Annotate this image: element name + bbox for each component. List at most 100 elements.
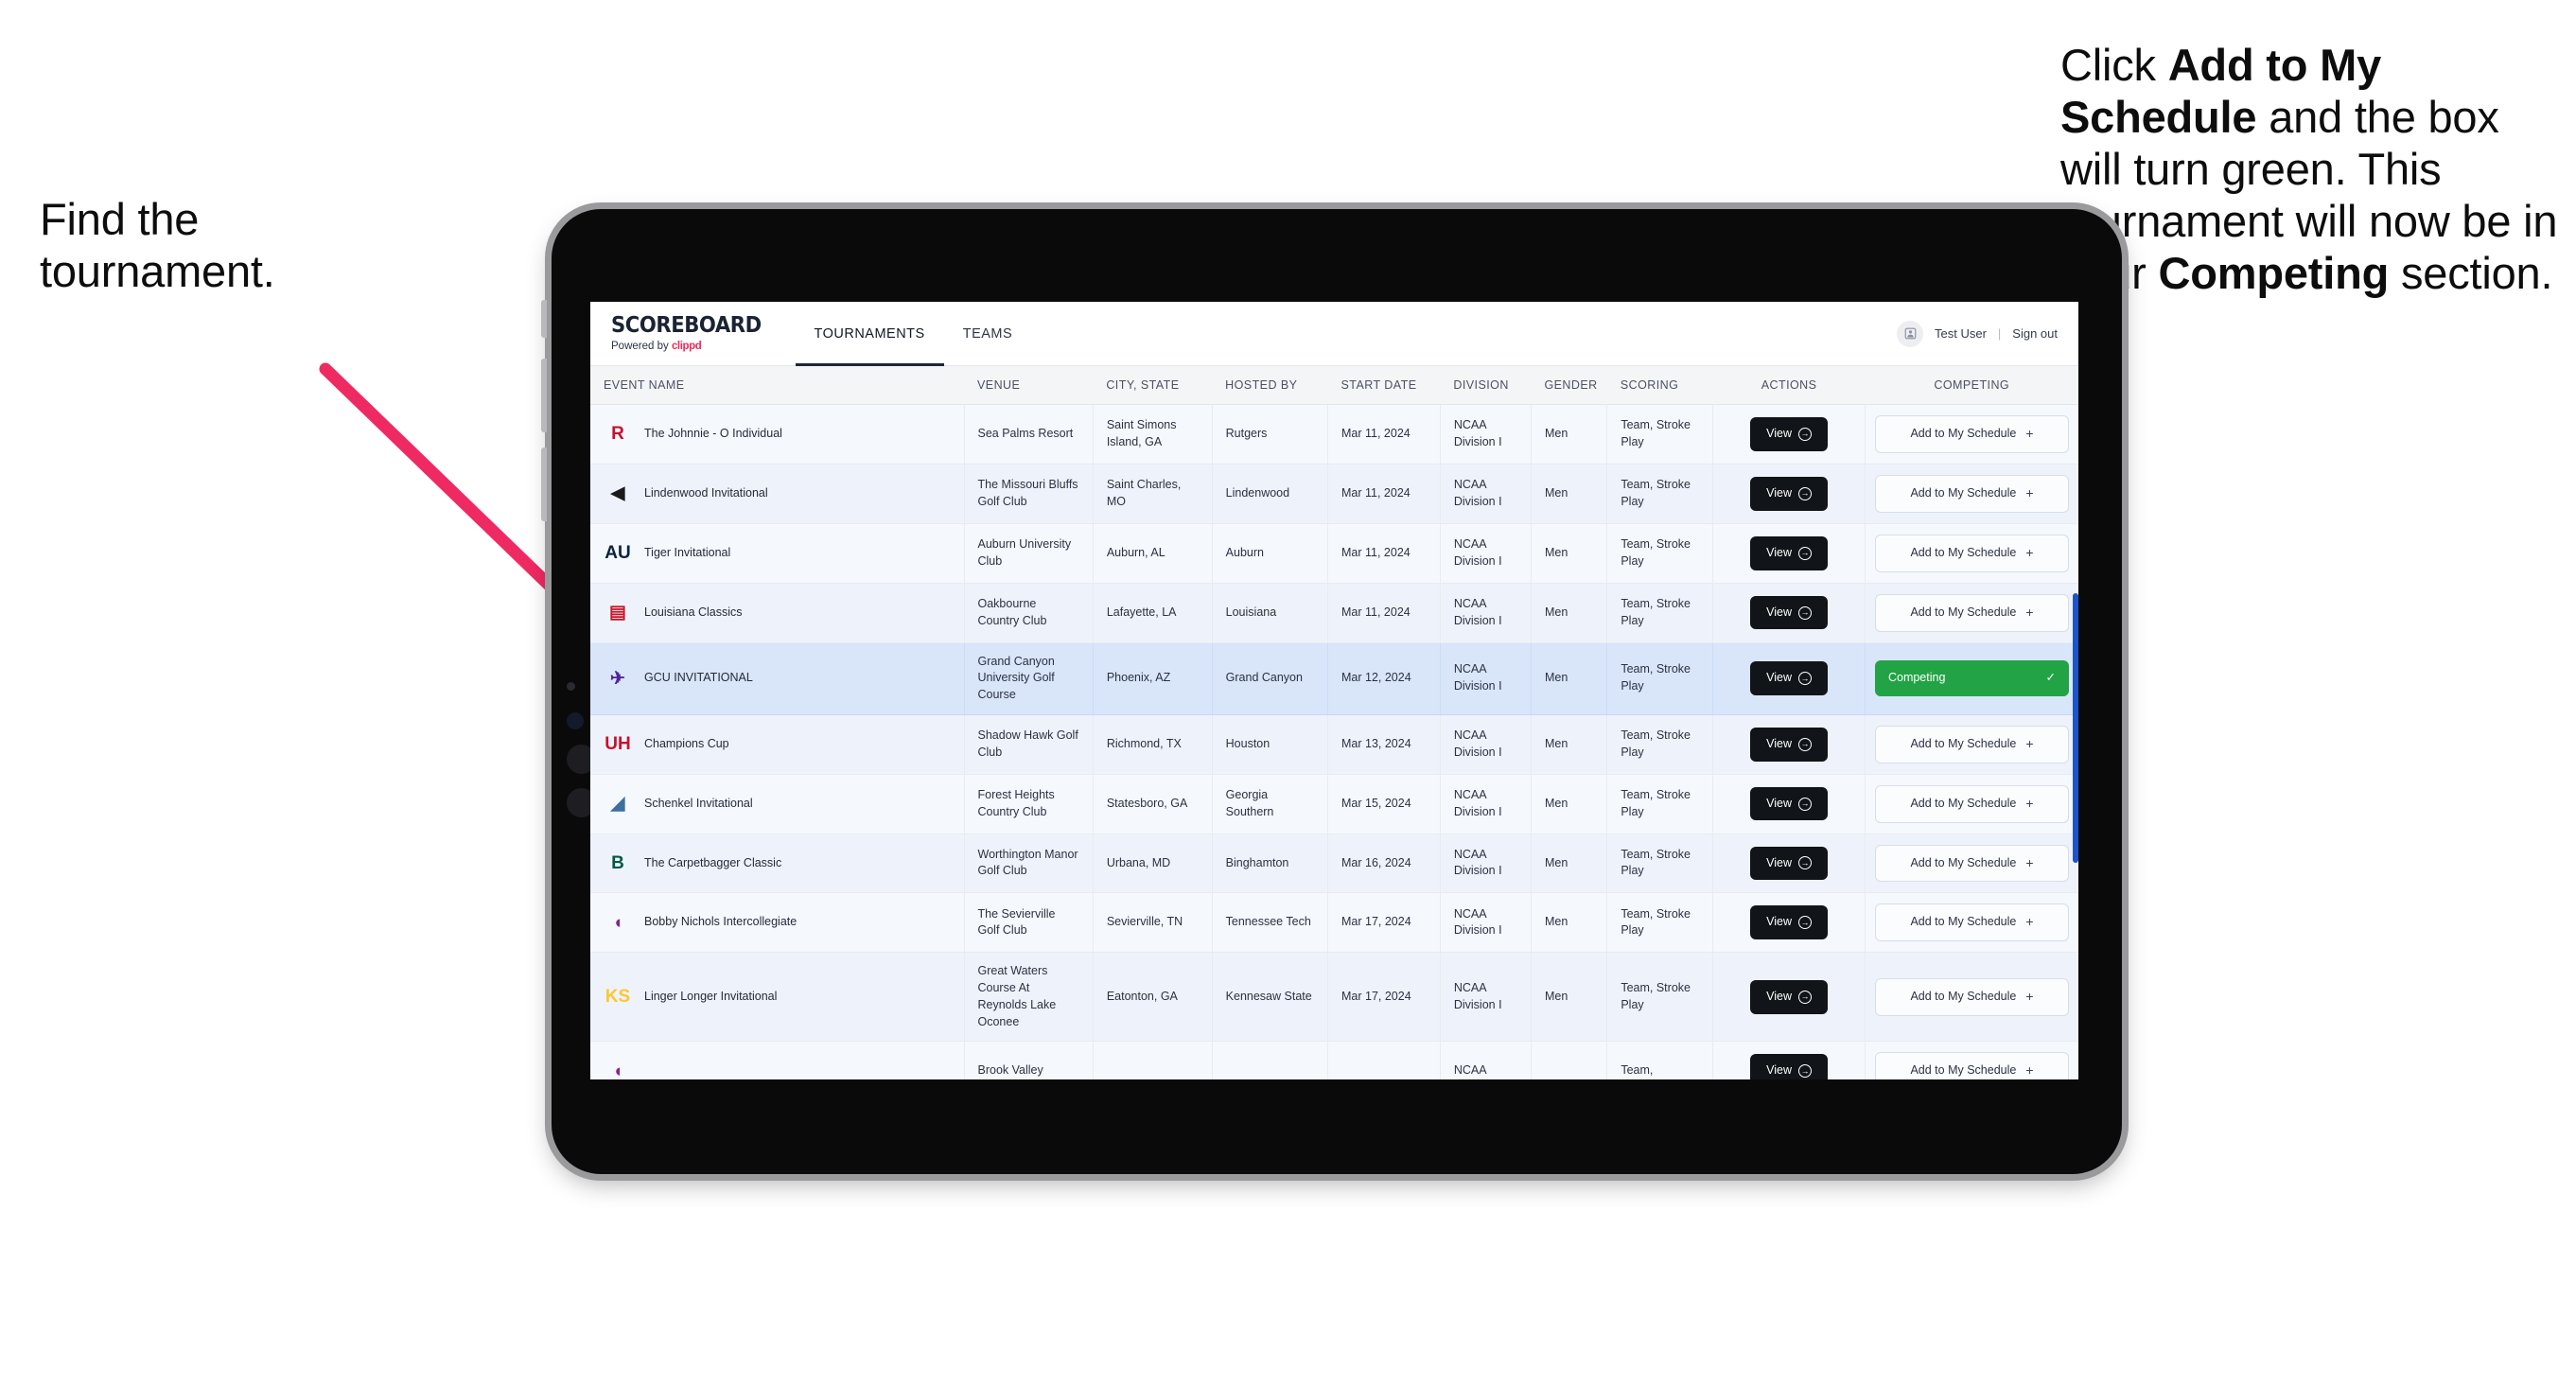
cell-gender: Men [1531,523,1608,584]
page-root: Find the tournament. Click Add to My Sch… [0,0,2576,1386]
col-hosted-by[interactable]: HOSTED BY [1212,366,1328,405]
view-button[interactable]: View → [1750,727,1829,762]
col-event-name[interactable]: EVENT NAME [590,366,964,405]
cell-division: NCAA Division I [1440,952,1532,1043]
view-button[interactable]: View → [1750,476,1829,511]
cell-division-text: NCAA [1453,1063,1487,1078]
view-button[interactable]: View → [1750,905,1829,940]
col-actions[interactable]: ACTIONS [1712,366,1866,405]
table-body: R The Johnnie - O Individual Sea Palms Res… [590,404,2078,1079]
view-button[interactable]: View → [1750,846,1829,881]
cell-venue-text: The Sevierville Golf Club [977,906,1056,938]
user-avatar-icon[interactable] [1897,320,1923,347]
add-to-my-schedule-button[interactable]: Add to My Schedule + [1874,784,2069,823]
cell-gender: Men [1531,774,1608,834]
tab-tournaments[interactable]: TOURNAMENTS [795,302,944,366]
tablet-volume-down-button[interactable] [541,447,547,521]
cell-hosted-by-text: Lindenwood [1225,485,1290,500]
add-to-my-schedule-button[interactable]: Add to My Schedule + [1874,904,2069,942]
cell-start-date-text: Mar 17, 2024 [1341,989,1411,1003]
cell-hosted-by-text: Tennessee Tech [1225,915,1311,929]
add-to-my-schedule-button[interactable]: Add to My Schedule + [1874,415,2069,453]
tablet-power-button[interactable] [541,300,547,338]
cell-city: Urbana, MD [1093,833,1213,894]
col-division[interactable]: DIVISION [1440,366,1532,405]
add-to-my-schedule-label: Add to My Schedule [1910,736,2017,750]
cell-gender-text: Men [1544,545,1568,559]
col-city-state[interactable]: CITY, STATE [1093,366,1213,405]
table-row[interactable]: ◀ Lindenwood Invitational The Missouri Blu… [590,464,2078,524]
cell-scoring: Team, Stroke Play [1606,774,1714,834]
cell-start-date-text: Mar 16, 2024 [1341,855,1411,869]
brand-powered-prefix: Powered by [611,340,672,352]
cell-start-date: Mar 13, 2024 [1327,714,1441,775]
event-name-cell: ◢ Schenkel Invitational [604,790,951,818]
col-competing[interactable]: COMPETING [1865,366,2078,405]
cell-hosted-by: Kennesaw State [1212,952,1329,1043]
add-to-my-schedule-button[interactable]: Add to My Schedule + [1874,725,2069,763]
table-row[interactable]: UH Champions Cup Shadow Hawk Golf Club Rich… [590,714,2078,775]
cell-venue-text: Worthington Manor Golf Club [977,847,1078,878]
cell-competing: Add to My Schedule + [1865,774,2078,834]
cell-city: Lafayette, LA [1093,583,1213,643]
competing-button[interactable]: Competing ✓ [1874,660,2069,696]
team-logo-icon: ◖ [612,1061,623,1079]
cell-division-text: NCAA Division I [1453,478,1502,508]
view-button[interactable]: View → [1750,661,1829,695]
cell-scoring-text: Team, Stroke Play [1621,478,1691,508]
col-venue[interactable]: VENUE [964,366,1094,405]
tablet-volume-up-button[interactable] [541,359,547,432]
arrow-right-circle-icon: → [1798,605,1813,620]
cell-start-date-text: Mar 11, 2024 [1341,545,1411,559]
plus-icon: + [2025,544,2034,560]
add-to-my-schedule-button[interactable]: Add to My Schedule + [1874,474,2069,513]
cell-competing: Add to My Schedule + [1865,1041,2078,1079]
col-gender[interactable]: GENDER [1531,366,1607,405]
add-to-my-schedule-button[interactable]: Add to My Schedule + [1874,1052,2069,1079]
add-to-my-schedule-label: Add to My Schedule [1910,545,2017,559]
view-button[interactable]: View → [1750,1054,1829,1079]
team-logo-icon: ◢ [610,794,625,815]
tournaments-table-container[interactable]: EVENT NAME VENUE CITY, STATE HOSTED BY S… [590,366,2078,1079]
cell-venue: Brook Valley [964,1041,1094,1079]
cell-scoring: Team, Stroke Play [1606,404,1714,465]
add-to-my-schedule-button[interactable]: Add to My Schedule + [1874,593,2069,632]
add-to-my-schedule-button[interactable]: Add to My Schedule + [1874,977,2069,1016]
view-button[interactable]: View → [1750,417,1829,451]
add-to-my-schedule-button[interactable]: Add to My Schedule + [1874,534,2069,572]
view-button[interactable]: View → [1750,535,1829,570]
event-name-cell: B The Carpetbagger Classic [604,849,951,877]
arrow-right-circle-icon: → [1798,916,1813,930]
cell-venue: Great Waters Course At Reynolds Lake Oco… [964,952,1094,1043]
team-logo-icon: ▤ [609,603,626,623]
add-to-my-schedule-button[interactable]: Add to My Schedule + [1874,844,2069,883]
table-row[interactable]: KS Linger Longer Invitational Great Waters… [590,952,2078,1043]
table-row[interactable]: B The Carpetbagger Classic Worthington Man… [590,833,2078,894]
tablet-front-camera [567,712,584,729]
view-button[interactable]: View → [1750,595,1829,630]
table-row[interactable]: ▤ Louisiana Classics Oakbourne Country Clu… [590,583,2078,643]
cell-event: AU Tiger Invitational [590,523,965,584]
table-row[interactable]: ◖ Brook Valley NCAA Team, View → Add to My Sch… [590,1041,2078,1079]
table-row[interactable]: AU Tiger Invitational Auburn University Cl… [590,523,2078,584]
vertical-scrollbar[interactable] [2073,593,2078,863]
cell-gender: Men [1531,892,1608,954]
table-row[interactable]: ◖ Bobby Nichols Intercollegiate The Sevier… [590,892,2078,954]
sign-out-link[interactable]: Sign out [2012,326,2058,341]
view-button[interactable]: View → [1750,786,1829,821]
table-row[interactable]: ◢ Schenkel Invitational Forest Heights Cou… [590,774,2078,834]
table-row[interactable]: R The Johnnie - O Individual Sea Palms Res… [590,404,2078,465]
table-row[interactable]: ✈ GCU INVITATIONAL Grand Canyon University… [590,642,2078,715]
col-start-date[interactable]: START DATE [1327,366,1441,405]
tab-teams[interactable]: TEAMS [944,302,1031,365]
cell-actions: View → [1712,583,1866,643]
brand-logo[interactable]: SCOREBOARD Powered by clippd [590,302,796,365]
cell-hosted-by-text: Auburn [1225,545,1264,559]
col-scoring[interactable]: SCORING [1606,366,1713,405]
arrow-right-circle-icon: → [1798,486,1813,500]
event-name: Louisiana Classics [644,605,743,619]
add-to-my-schedule-label: Add to My Schedule [1910,989,2017,1003]
cell-scoring: Team, Stroke Play [1606,714,1714,775]
cell-city [1093,1041,1213,1079]
view-button[interactable]: View → [1750,979,1829,1014]
